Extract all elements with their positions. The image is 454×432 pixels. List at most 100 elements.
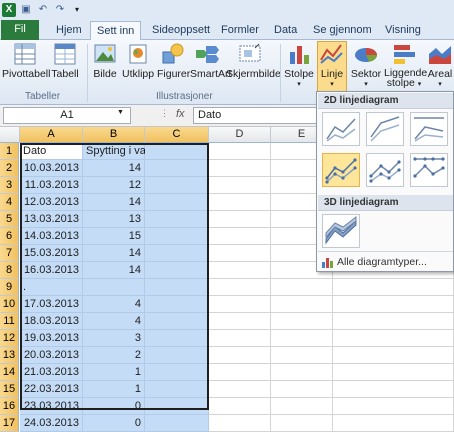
- picture-button[interactable]: Bilde: [91, 42, 119, 80]
- tab-formulas[interactable]: Formler: [215, 21, 265, 40]
- bar-chart-button[interactable]: Liggende stolpe ▾: [384, 42, 427, 90]
- line-chart-option-line-markers[interactable]: [322, 153, 360, 187]
- cell[interactable]: 15: [83, 228, 145, 245]
- redo-icon[interactable]: ↷: [53, 3, 67, 17]
- cell[interactable]: 15.03.2013: [20, 245, 83, 262]
- cell[interactable]: 14: [83, 262, 145, 279]
- cell[interactable]: 20.03.2013: [20, 347, 83, 364]
- cell[interactable]: 11.03.2013: [20, 177, 83, 194]
- tab-data[interactable]: Data: [268, 21, 303, 40]
- clip-art-button[interactable]: Utklipp: [122, 42, 154, 80]
- cell[interactable]: [271, 313, 333, 330]
- cell[interactable]: [333, 364, 454, 381]
- cell[interactable]: 0: [83, 415, 145, 432]
- cell[interactable]: 10.03.2013: [20, 160, 83, 177]
- customize-toolbar-icon[interactable]: ▾: [70, 3, 84, 17]
- cell[interactable]: [209, 415, 271, 432]
- cell[interactable]: 13: [83, 211, 145, 228]
- cell[interactable]: [145, 398, 209, 415]
- cell[interactable]: 24.03.2013: [20, 415, 83, 432]
- smartart-button[interactable]: SmartArt: [190, 42, 231, 80]
- row-header[interactable]: 17: [0, 415, 19, 432]
- column-header-b[interactable]: B: [83, 127, 145, 143]
- cell[interactable]: [145, 347, 209, 364]
- cell[interactable]: [333, 330, 454, 347]
- cell[interactable]: [209, 245, 271, 262]
- cell[interactable]: [209, 364, 271, 381]
- cell[interactable]: [145, 177, 209, 194]
- row-header[interactable]: 8: [0, 262, 19, 279]
- cell[interactable]: 16.03.2013: [20, 262, 83, 279]
- cell[interactable]: [271, 398, 333, 415]
- cell[interactable]: Spytting i vaktskifter: [83, 143, 184, 160]
- cell[interactable]: [145, 194, 209, 211]
- cell[interactable]: [209, 398, 271, 415]
- cell[interactable]: [145, 160, 209, 177]
- column-header-d[interactable]: D: [209, 127, 271, 143]
- cell[interactable]: [333, 313, 454, 330]
- row-header[interactable]: 15: [0, 381, 19, 398]
- cell[interactable]: [209, 313, 271, 330]
- cell[interactable]: [145, 143, 209, 160]
- column-header-c[interactable]: C: [145, 127, 209, 143]
- pivot-table-button[interactable]: Pivottabell: [2, 42, 50, 80]
- row-header[interactable]: 1: [0, 143, 19, 160]
- tab-review[interactable]: Se gjennom: [307, 21, 378, 40]
- cell[interactable]: 3: [83, 330, 145, 347]
- cell[interactable]: [333, 381, 454, 398]
- cell[interactable]: [209, 296, 271, 313]
- tab-home[interactable]: Hjem: [50, 21, 88, 40]
- cell[interactable]: [209, 211, 271, 228]
- shapes-button[interactable]: Figurer: [157, 42, 190, 80]
- cell[interactable]: 14: [83, 194, 145, 211]
- cell[interactable]: 1: [83, 364, 145, 381]
- cell[interactable]: [271, 381, 333, 398]
- cell[interactable]: [271, 296, 333, 313]
- line-chart-option-100-stacked-markers[interactable]: [410, 153, 448, 187]
- line-chart-option-line[interactable]: [322, 112, 360, 146]
- row-header[interactable]: 3: [0, 177, 19, 194]
- cell[interactable]: 4: [83, 296, 145, 313]
- cell[interactable]: [209, 177, 271, 194]
- cell[interactable]: [145, 279, 209, 296]
- cell[interactable]: 18.03.2013: [20, 313, 83, 330]
- cell[interactable]: [271, 330, 333, 347]
- row-header[interactable]: 7: [0, 245, 19, 262]
- cell[interactable]: .: [20, 279, 83, 296]
- row-header[interactable]: 16: [0, 398, 19, 415]
- row-header[interactable]: 5: [0, 211, 19, 228]
- cell[interactable]: [209, 143, 271, 160]
- cell[interactable]: [145, 330, 209, 347]
- cell[interactable]: [209, 228, 271, 245]
- cell[interactable]: [333, 279, 454, 296]
- row-header[interactable]: 6: [0, 228, 19, 245]
- cell[interactable]: [271, 279, 333, 296]
- cell[interactable]: [271, 347, 333, 364]
- cell[interactable]: 14: [83, 245, 145, 262]
- tab-file[interactable]: Fil: [1, 20, 39, 40]
- cell[interactable]: 12: [83, 177, 145, 194]
- cell[interactable]: [209, 330, 271, 347]
- line-chart-option-3d-line[interactable]: [322, 214, 360, 248]
- name-box[interactable]: A1: [3, 107, 131, 124]
- cell[interactable]: 19.03.2013: [20, 330, 83, 347]
- cell[interactable]: [209, 160, 271, 177]
- row-header[interactable]: 12: [0, 330, 19, 347]
- cell[interactable]: 21.03.2013: [20, 364, 83, 381]
- area-chart-button[interactable]: Areal ▾: [426, 42, 454, 88]
- cell[interactable]: [333, 296, 454, 313]
- cell[interactable]: [333, 415, 454, 432]
- cell[interactable]: [333, 398, 454, 415]
- all-chart-types-link[interactable]: Alle diagramtyper...: [321, 256, 427, 268]
- column-chart-button[interactable]: Stolpe ▾: [283, 42, 315, 88]
- cell[interactable]: [145, 415, 209, 432]
- cell[interactable]: [145, 364, 209, 381]
- pie-chart-button[interactable]: Sektor ▾: [350, 42, 382, 88]
- cell[interactable]: 12.03.2013: [20, 194, 83, 211]
- cell[interactable]: [209, 262, 271, 279]
- cell[interactable]: [145, 262, 209, 279]
- cell[interactable]: 0: [83, 398, 145, 415]
- cell[interactable]: [145, 211, 209, 228]
- cell[interactable]: Dato: [20, 143, 83, 160]
- cell[interactable]: [209, 194, 271, 211]
